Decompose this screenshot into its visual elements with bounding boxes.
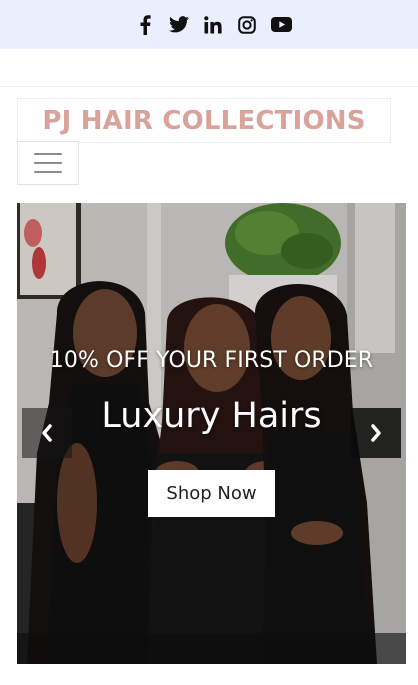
twitter-link[interactable] (162, 13, 196, 37)
youtube-link[interactable] (264, 13, 298, 37)
hamburger-line (34, 153, 62, 155)
menu-toggle-button[interactable] (17, 141, 79, 185)
slider-prev-button[interactable] (22, 408, 72, 458)
youtube-icon (270, 17, 292, 32)
linkedin-link[interactable] (196, 13, 230, 37)
instagram-icon (238, 15, 256, 34)
facebook-link[interactable] (128, 13, 162, 37)
hamburger-line (34, 162, 62, 164)
slider-next-button[interactable] (351, 408, 401, 458)
hero-slider: 10% OFF YOUR FIRST ORDER Luxury Hairs Sh… (17, 203, 406, 664)
hero-title: Luxury Hairs (101, 396, 322, 436)
social-links (128, 13, 298, 37)
instagram-link[interactable] (230, 13, 264, 37)
chevron-left-icon (42, 424, 52, 442)
hero-subtitle: 10% OFF YOUR FIRST ORDER (49, 348, 374, 373)
twitter-icon (169, 16, 189, 33)
chevron-right-icon (371, 424, 381, 442)
hamburger-line (34, 171, 62, 173)
facebook-icon (140, 14, 151, 35)
header-divider (0, 86, 418, 87)
linkedin-icon (204, 15, 222, 33)
shop-now-button[interactable]: Shop Now (148, 470, 275, 517)
brand-logo[interactable]: PJ HAIR COLLECTIONS (17, 98, 391, 143)
social-topbar (0, 0, 418, 49)
